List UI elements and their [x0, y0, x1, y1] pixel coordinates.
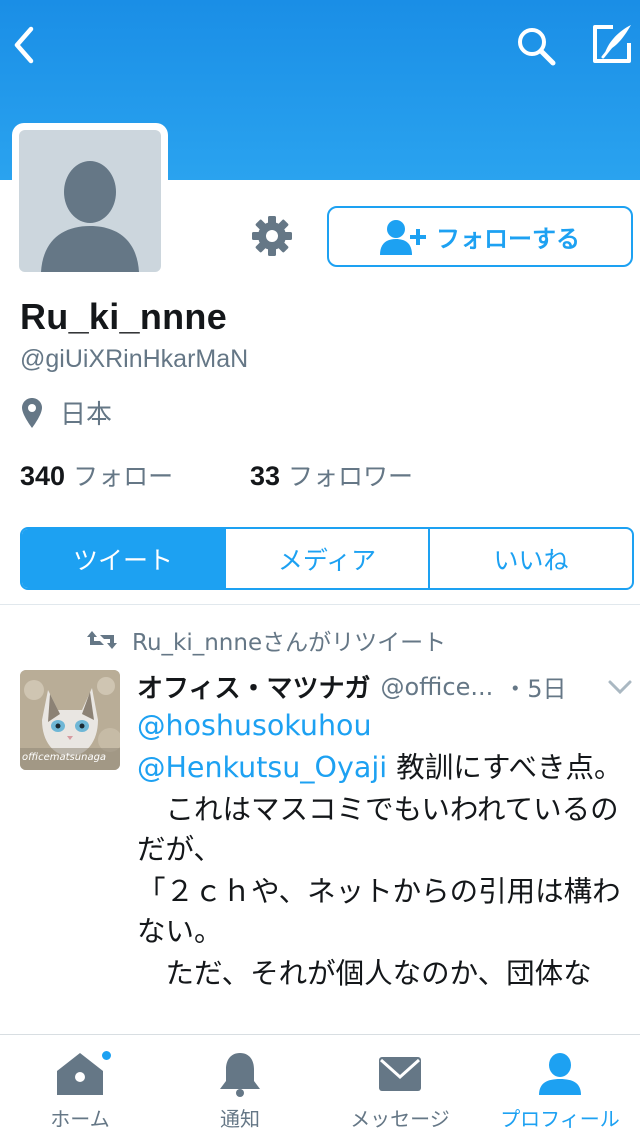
retweet-context-text: Ru_ki_nnneさんがリツイート	[132, 630, 447, 656]
segment-tweets[interactable]: ツイート	[22, 529, 224, 588]
tweet-paragraph: ただ、それが個人なのか、団体な	[137, 957, 592, 990]
followers-label: フォロワー	[288, 462, 414, 491]
compose-button[interactable]	[586, 18, 638, 70]
tab-profile-label: プロフィール	[500, 1107, 620, 1131]
retweet-context: Ru_ki_nnneさんがリツイート	[86, 623, 446, 657]
segment-media[interactable]: メディア	[224, 529, 428, 588]
chevron-down-icon	[608, 680, 632, 694]
profile-person-icon	[539, 1053, 581, 1095]
follow-button-label: フォローする	[436, 225, 580, 253]
tweet-menu-button[interactable]	[607, 673, 633, 701]
tab-home[interactable]: ホーム	[0, 1035, 160, 1136]
profile-avatar[interactable]	[12, 123, 168, 279]
segment-likes[interactable]: いいね	[428, 529, 632, 588]
tweet-timestamp: ・5日	[503, 675, 567, 703]
divider	[0, 604, 640, 605]
following-label: フォロー	[73, 462, 174, 491]
tweet-author-avatar[interactable]: officematsunaga	[20, 670, 120, 770]
compose-icon	[593, 25, 631, 63]
person-silhouette-icon	[41, 161, 139, 272]
tab-messages-label: メッセージ	[350, 1107, 450, 1131]
following-count: 340	[20, 461, 66, 491]
tab-messages[interactable]: メッセージ	[320, 1035, 480, 1136]
tab-notifications[interactable]: 通知	[160, 1035, 320, 1136]
tab-profile[interactable]: プロフィール	[480, 1035, 640, 1136]
back-button[interactable]	[4, 20, 44, 70]
search-button[interactable]	[510, 20, 562, 72]
tweet-text-segment: 教訓にすべき点。	[387, 751, 623, 784]
search-icon	[518, 28, 556, 66]
tweet-header: オフィス・マツナガ @office... ・5日	[137, 668, 637, 705]
mention-link[interactable]: @Henkutsu_Oyaji	[137, 751, 387, 784]
tab-notifications-label: 通知	[220, 1107, 260, 1131]
location-pin-icon	[22, 397, 42, 428]
profile-display-name: Ru_ki_nnne	[20, 296, 228, 337]
location-text: 日本	[60, 400, 113, 430]
tweet-author-name[interactable]: オフィス・マツナガ	[137, 668, 370, 705]
settings-gear-button[interactable]	[249, 213, 295, 259]
retweet-icon	[87, 631, 117, 649]
profile-location: 日本	[22, 394, 112, 431]
tweet-author-handle: @office...	[380, 672, 494, 701]
avatar-caption: officematsunaga	[22, 752, 107, 763]
followers-count-link[interactable]: 33 フォロワー	[250, 457, 413, 493]
default-avatar	[19, 130, 161, 272]
profile-handle: @giUiXRinHkarMaN	[20, 345, 249, 373]
gear-icon	[252, 216, 292, 256]
tweet-paragraph: これはマスコミでもいわれているのだが、	[137, 793, 619, 866]
following-count-link[interactable]: 340 フォロー	[20, 457, 173, 493]
tweet-paragraph: 「２ｃｈや、ネットからの引用は構わない。	[137, 875, 621, 948]
followers-count: 33	[250, 461, 281, 491]
tab-home-label: ホーム	[50, 1107, 110, 1131]
notification-dot	[100, 1049, 113, 1062]
home-icon	[57, 1053, 103, 1095]
tweet-text: @hoshusokuhou @Henkutsu_Oyaji 教訓にすべき点。 こ…	[137, 706, 637, 996]
follow-button[interactable]: フォローする	[327, 206, 633, 267]
envelope-icon	[379, 1057, 421, 1091]
follow-user-icon	[380, 219, 426, 255]
profile-segmented-control: ツイート メディア いいね	[20, 527, 634, 590]
mention-link[interactable]: @hoshusokuhou	[137, 709, 372, 742]
bell-icon	[220, 1053, 260, 1097]
bottom-tab-bar: ホーム 通知 メッセージ プロフィール	[0, 1034, 640, 1136]
chevron-left-icon	[14, 26, 34, 64]
